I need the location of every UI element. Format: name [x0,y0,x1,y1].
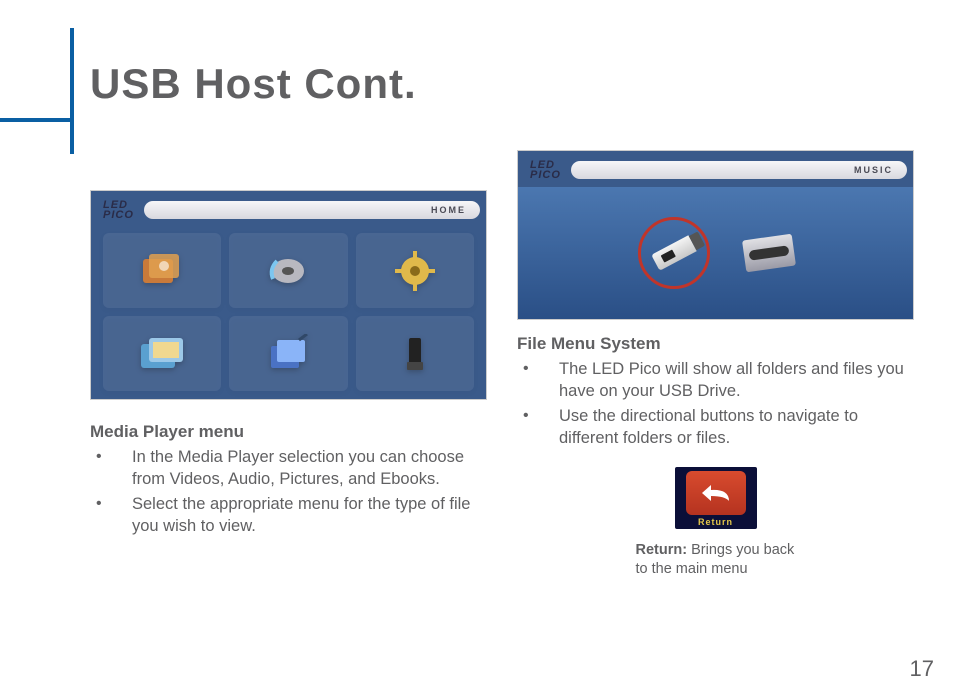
usb-drive-icon [651,235,697,271]
return-block: Return Return: Brings you back to the ma… [517,467,914,579]
return-caption-bold: Return: [636,542,688,558]
logo-line2: PICO [103,210,134,220]
file-menu-list: The LED Pico will show all folders and f… [517,358,914,449]
media-player-list: In the Media Player selection you can ch… [90,446,487,537]
file-menu-heading: File Menu System [517,334,914,354]
page-number: 17 [910,656,934,682]
pictures-icon [103,316,221,391]
decorative-hline [0,118,70,122]
videos-icon [103,233,221,308]
screenshot-topbar: LED PICO MUSIC [524,157,907,183]
settings-icon [356,233,474,308]
right-column: LED PICO MUSIC File Menu System The LED … [517,150,914,579]
pill-label: MUSIC [854,165,893,175]
list-item: The LED Pico will show all folders and f… [517,358,914,403]
return-caption: Return: Brings you back to the main menu [636,541,796,579]
led-pico-logo: LED PICO [97,200,134,221]
list-item: Use the directional buttons to navigate … [517,405,914,450]
breadcrumb-pill: HOME [144,201,480,219]
file-menu-screenshot: LED PICO MUSIC [517,150,914,320]
led-pico-logo: LED PICO [524,160,561,181]
page-title: USB Host Cont. [90,60,417,108]
decorative-vline [70,28,74,154]
highlight-circle [638,217,710,289]
ebooks-icon [229,316,347,391]
cassette-icon [742,234,796,273]
list-item: In the Media Player selection you can ch… [90,446,487,491]
file-menu-body [518,187,913,319]
hdmi-icon [356,316,474,391]
audio-icon [229,233,347,308]
media-player-heading: Media Player menu [90,422,487,442]
media-player-screenshot: LED PICO HOME [90,190,487,400]
left-column: LED PICO HOME [90,150,487,579]
pill-label: HOME [431,205,466,215]
return-button-image: Return [675,467,757,529]
list-item: Select the appropriate menu for the type… [90,493,487,538]
return-icon [686,471,746,515]
screenshot-topbar: LED PICO HOME [97,197,480,223]
logo-line2: PICO [530,170,561,180]
home-icon-grid [103,233,474,391]
return-button-label: Return [698,517,733,527]
breadcrumb-pill: MUSIC [571,161,907,179]
content-columns: LED PICO HOME [90,150,914,579]
